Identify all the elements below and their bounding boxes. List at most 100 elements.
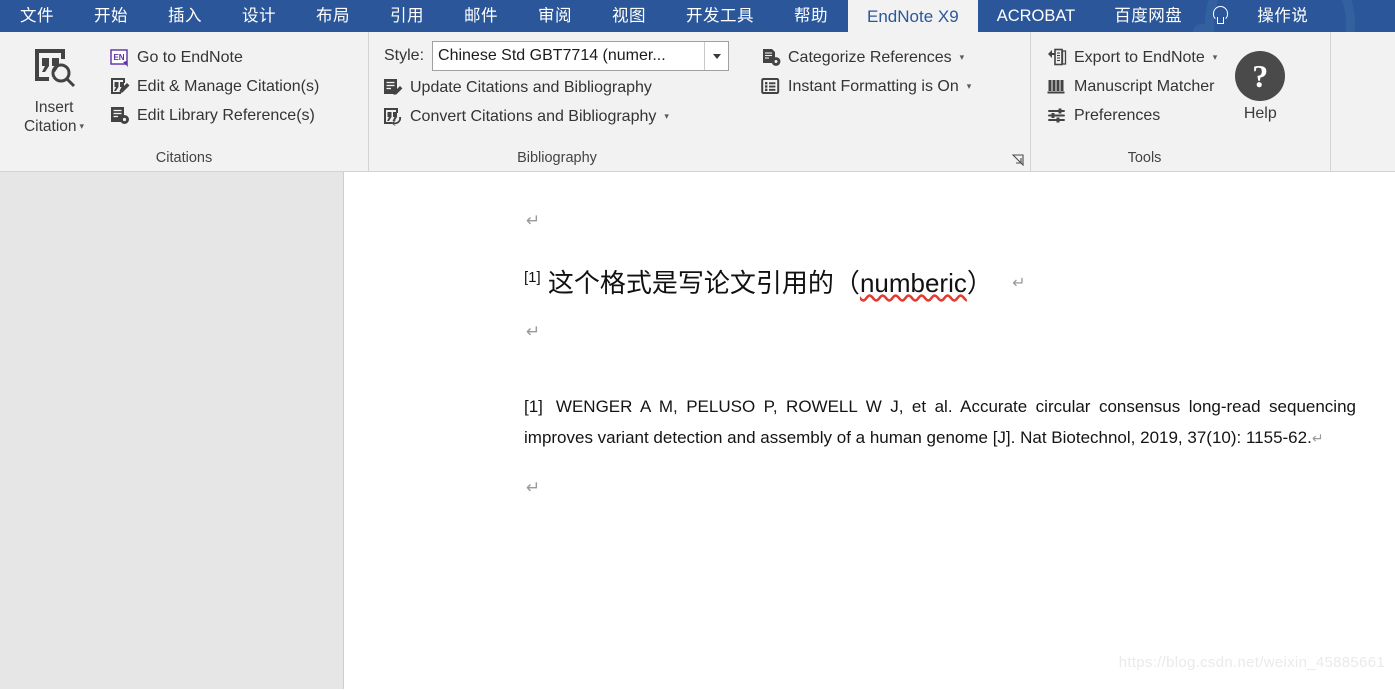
citations-command-list: EN Go to EndNote Edit & Manage Citation(…: [108, 41, 324, 129]
categorize-references-label: Categorize References: [788, 48, 952, 66]
group-label-reference-options: [745, 145, 1030, 171]
ribbon-group-reference-options: Categorize References ▾ Instant Formatti…: [745, 32, 1030, 171]
convert-citations-bibliography-button[interactable]: Convert Citations and Bibliography ▾: [381, 103, 674, 130]
go-to-endnote-button[interactable]: EN Go to EndNote: [108, 44, 324, 71]
instant-formatting-label: Instant Formatting is On: [788, 77, 959, 95]
help-icon: ?: [1235, 51, 1286, 101]
chevron-down-icon[interactable]: ▾: [80, 121, 85, 131]
chevron-down-icon[interactable]: ▾: [960, 52, 965, 63]
tab-label: 设计: [242, 6, 276, 25]
tab-references[interactable]: 引用: [370, 0, 444, 32]
tab-label: 操作说: [1257, 6, 1309, 25]
style-row: Style:: [381, 41, 730, 71]
tab-help[interactable]: 帮助: [774, 0, 848, 32]
heading-text-before: 这个格式是写论文引用的（: [547, 268, 860, 298]
chevron-down-icon[interactable]: ▾: [967, 81, 972, 92]
tell-me-lightbulb-icon[interactable]: [1202, 0, 1237, 32]
tab-endnote-x9[interactable]: EndNote X9: [848, 0, 978, 32]
tab-label: 邮件: [464, 6, 498, 25]
update-citations-bibliography-label: Update Citations and Bibliography: [410, 78, 652, 96]
style-combobox[interactable]: [432, 41, 730, 71]
citation-marker[interactable]: [1]: [524, 269, 541, 286]
tab-label: 文件: [20, 6, 54, 25]
insert-citation-label: Insert Citation ▾: [23, 99, 85, 135]
instant-formatting-button[interactable]: Instant Formatting is On ▾: [759, 73, 976, 100]
help-label: Help: [1243, 105, 1277, 122]
endnote-icon: EN: [110, 48, 130, 68]
chevron-down-icon[interactable]: ▾: [1213, 52, 1218, 63]
tab-label: 帮助: [794, 6, 828, 25]
style-dropdown-button[interactable]: [704, 42, 729, 70]
tab-label: ACROBAT: [996, 6, 1076, 25]
tab-label: 视图: [612, 6, 646, 25]
group-label-bibliography: Bibliography: [517, 150, 597, 166]
export-to-endnote-button[interactable]: Export to EndNote ▾: [1045, 44, 1222, 71]
edit-library-references-label: Edit Library Reference(s): [137, 106, 315, 124]
tab-mailings[interactable]: 邮件: [444, 0, 518, 32]
tab-label: 审阅: [538, 6, 572, 25]
convert-citations-bibliography-label: Convert Citations and Bibliography: [410, 107, 657, 125]
tab-label: 布局: [316, 6, 350, 25]
export-to-endnote-icon: [1047, 48, 1067, 68]
paragraph-mark-2: ↵: [526, 322, 541, 343]
dialog-launcher-icon[interactable]: [1012, 154, 1024, 166]
tab-review[interactable]: 审阅: [518, 0, 592, 32]
instant-formatting-icon: [761, 77, 781, 97]
edit-library-reference-icon: [110, 106, 130, 126]
tab-view[interactable]: 视图: [592, 0, 666, 32]
preferences-button[interactable]: Preferences: [1045, 102, 1222, 129]
tab-label: 百度网盘: [1114, 6, 1183, 25]
tab-label: 开发工具: [686, 6, 754, 25]
tab-acrobat[interactable]: ACROBAT: [978, 0, 1095, 32]
paragraph-mark-heading: ↵: [1012, 273, 1026, 292]
help-button[interactable]: ? Help: [1222, 41, 1298, 123]
tab-label: 插入: [168, 6, 202, 25]
edit-library-references-button[interactable]: Edit Library Reference(s): [108, 102, 324, 129]
tab-baidu-netdisk[interactable]: 百度网盘: [1094, 0, 1202, 32]
watermark: https://blog.csdn.net/weixin_45885661: [1118, 654, 1385, 671]
tools-command-list: Export to EndNote ▾ Manuscript Matcher P…: [1045, 41, 1222, 129]
tab-design[interactable]: 设计: [222, 0, 296, 32]
ribbon-group-citations: Insert Citation ▾ EN Go to EndNote Edit …: [0, 32, 368, 171]
chevron-down-icon[interactable]: ▾: [664, 111, 669, 122]
insert-citation-icon: [32, 47, 76, 94]
navigation-pane[interactable]: [0, 172, 344, 689]
main-area: ↵ [1] 这个格式是写论文引用的（numberic） ↵ ↵ [1] WENGE…: [0, 172, 1395, 689]
categorize-references-button[interactable]: Categorize References ▾: [759, 44, 976, 71]
edit-manage-citations-button[interactable]: Edit & Manage Citation(s): [108, 73, 324, 100]
tab-developer[interactable]: 开发工具: [666, 0, 774, 32]
manuscript-matcher-label: Manuscript Matcher: [1074, 77, 1215, 95]
bibliography-entry: [1] WENGER A M, PELUSO P, ROWELL W J, et …: [524, 391, 1356, 455]
ribbon-tab-bar: 文件 开始 插入 设计 布局 引用 邮件 审阅 视图 开发工具 帮助 EndNo…: [0, 0, 1395, 32]
misspelled-word: numberic: [859, 268, 967, 298]
tab-tell-me[interactable]: 操作说: [1237, 0, 1328, 32]
edit-citation-icon: [110, 77, 130, 97]
manuscript-matcher-icon: [1047, 77, 1067, 97]
tab-home[interactable]: 开始: [74, 0, 148, 32]
insert-citation-button[interactable]: Insert Citation ▾: [8, 41, 100, 136]
chevron-down-icon: [712, 53, 721, 59]
edit-manage-citations-label: Edit & Manage Citation(s): [137, 77, 320, 95]
bibliography-command-list: Update Citations and Bibliography Conver…: [381, 71, 674, 130]
paragraph-mark-3: ↵: [526, 478, 541, 499]
reference-options-command-list: Categorize References ▾ Instant Formatti…: [759, 41, 976, 100]
group-label-citations: Citations: [155, 150, 213, 166]
go-to-endnote-label: Go to EndNote: [137, 48, 243, 66]
style-label: Style:: [384, 47, 425, 64]
tab-file[interactable]: 文件: [0, 0, 74, 32]
tab-label: EndNote X9: [867, 6, 959, 26]
style-input[interactable]: [433, 42, 705, 70]
ribbon-group-tools: Export to EndNote ▾ Manuscript Matcher P…: [1030, 32, 1330, 171]
ribbon-group-spacer: [1330, 32, 1395, 171]
bibliography-entry-text: WENGER A M, PELUSO P, ROWELL W J, et al.…: [524, 397, 1356, 448]
tab-layout[interactable]: 布局: [296, 0, 370, 32]
manuscript-matcher-button[interactable]: Manuscript Matcher: [1045, 73, 1222, 100]
document-pane[interactable]: ↵ [1] 这个格式是写论文引用的（numberic） ↵ ↵ [1] WENGE…: [344, 172, 1395, 689]
svg-text:EN: EN: [113, 53, 124, 62]
tab-label: 引用: [390, 6, 424, 25]
tab-insert[interactable]: 插入: [148, 0, 222, 32]
preferences-label: Preferences: [1074, 106, 1161, 124]
paragraph-mark-reference: ↵: [1311, 431, 1324, 448]
update-citations-bibliography-button[interactable]: Update Citations and Bibliography: [381, 74, 674, 101]
categorize-references-icon: [761, 48, 781, 68]
